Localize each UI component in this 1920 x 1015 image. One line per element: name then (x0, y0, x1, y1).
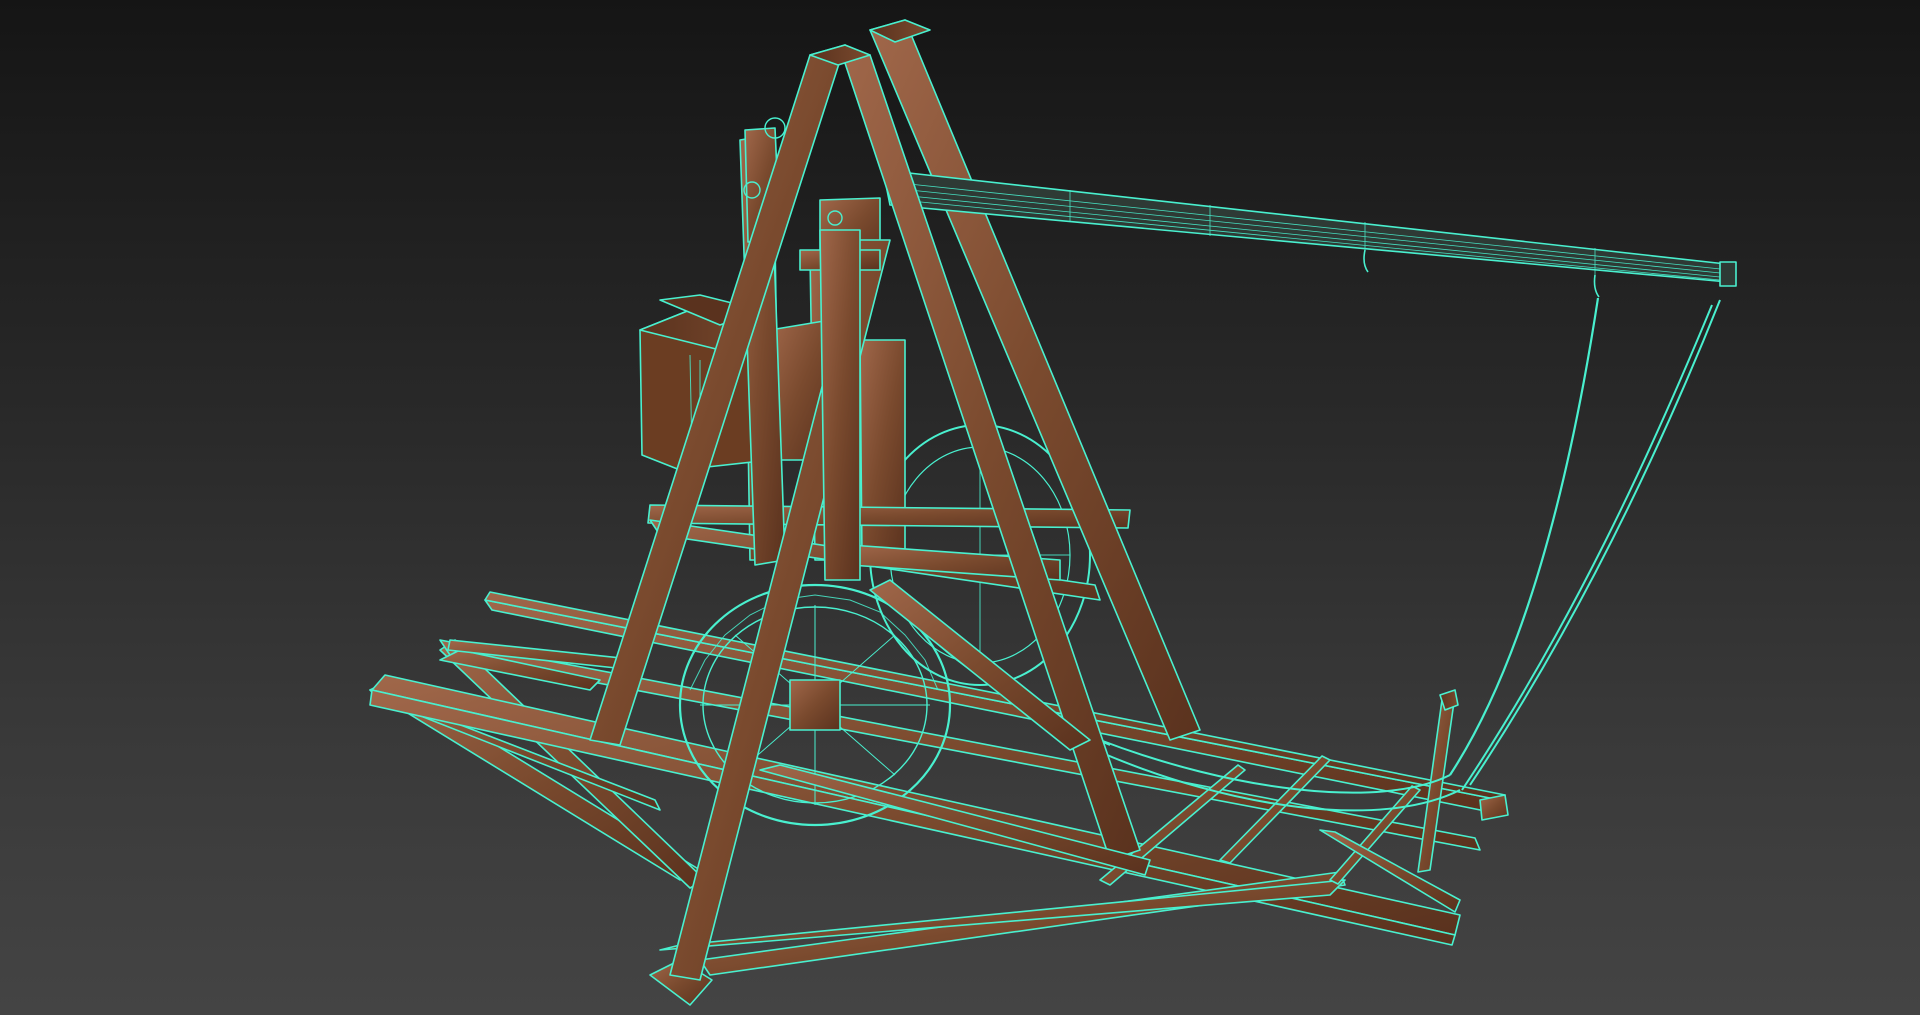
3d-viewport[interactable] (0, 0, 1920, 1015)
trebuchet-model[interactable] (0, 0, 1920, 1015)
